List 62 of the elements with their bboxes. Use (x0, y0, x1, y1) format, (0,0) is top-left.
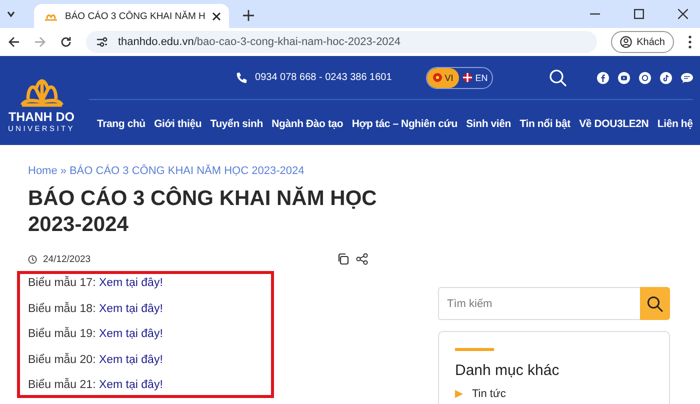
profile-button[interactable]: Khách (610, 31, 674, 53)
view-link[interactable]: Xem tại đây! (98, 328, 163, 340)
back-icon[interactable] (8, 36, 20, 48)
nav-link[interactable]: Giới thiệu (154, 118, 202, 130)
tab-title: BÁO CÁO 3 CÔNG KHAI NĂM H (65, 10, 206, 22)
search-icon[interactable] (548, 68, 567, 86)
phone-icon (235, 72, 248, 84)
search-button[interactable] (640, 287, 670, 320)
tiktok-icon[interactable] (660, 72, 672, 84)
cross-flag-icon (463, 73, 472, 82)
nav-link[interactable]: Liên hệ (657, 118, 693, 130)
phone-number: 0934 078 668 - 0243 386 1601 (255, 72, 392, 83)
search-icon (647, 296, 663, 312)
view-link[interactable]: Xem tại đây! (98, 277, 163, 289)
star-flag-icon (432, 73, 442, 82)
form-line: Biểu mẫu 21: Xem tại đây! (28, 378, 164, 392)
new-tab-icon[interactable] (243, 10, 254, 21)
page-title: BÁO CÁO 3 CÔNG KHAI NĂM HỌC 2023-2024 (28, 186, 378, 238)
chat-bubble-icon[interactable] (680, 72, 693, 84)
breadcrumb-link[interactable]: BÁO CÁO 3 CÔNG KHAI NĂM HỌC 2023-2024 (69, 165, 304, 177)
facebook-icon[interactable] (596, 72, 609, 84)
category-link[interactable]: Tin tức (472, 388, 506, 400)
form-line: Biểu mẫu 20: Xem tại đây! (28, 352, 164, 367)
form-line: Biểu mẫu 17: Xem tại đây! (28, 276, 164, 290)
language-option[interactable]: VI (426, 68, 460, 88)
instagram-icon[interactable] (638, 72, 651, 84)
post-date: 24/12/2023 (43, 254, 91, 264)
maximize-icon[interactable] (634, 9, 644, 19)
breadcrumb-link[interactable]: Home (28, 165, 58, 177)
copy-icon[interactable] (337, 253, 349, 265)
browser-tab[interactable]: BÁO CÁO 3 CÔNG KHAI NĂM H (34, 4, 230, 28)
form-line: Biểu mẫu 18: Xem tại đây! (28, 302, 164, 316)
view-link[interactable]: Xem tại đây! (98, 354, 163, 366)
address-bar[interactable]: thanhdo.edu.vn/bao-cao-3-cong-khai-nam-hoc-2023-2024 (86, 31, 597, 53)
view-link[interactable]: Xem tại đây! (98, 302, 163, 315)
person-icon (620, 36, 632, 48)
nav-link[interactable]: Tin nổi bật (520, 118, 570, 130)
nav-link[interactable]: Tuyển sinh (210, 118, 263, 130)
view-link[interactable]: Xem tại đây! (98, 379, 163, 392)
language-option[interactable]: EN (459, 68, 492, 88)
youtube-icon[interactable] (618, 72, 630, 84)
card-title: Danh mục khác (455, 362, 560, 379)
nav-link[interactable]: Trang chủ (97, 118, 146, 130)
share-icon[interactable] (356, 253, 368, 265)
close-icon[interactable] (678, 9, 688, 19)
nav-link[interactable]: Hợp tác – Nghiên cứu (352, 118, 458, 130)
tab-list-icon[interactable] (6, 9, 16, 19)
forward-icon (34, 36, 46, 48)
nav-link[interactable]: Sinh viên (466, 118, 512, 130)
site-settings-icon[interactable] (96, 36, 108, 48)
nav-link[interactable]: Ngành Đào tạo (272, 118, 344, 130)
more-icon[interactable] (688, 35, 692, 49)
form-line: Biểu mẫu 19: Xem tại đây! (28, 327, 164, 342)
triangle-icon (455, 390, 463, 398)
url-text: thanhdo.edu.vn/bao-cao-3-cong-khai-nam-hoc-2023-2024 (118, 36, 401, 48)
reload-icon[interactable] (60, 36, 72, 48)
nav-link[interactable]: Về DOU3LE2N (579, 118, 649, 130)
search-field[interactable]: Tìm kiếm (438, 287, 640, 320)
clock-icon (28, 254, 37, 264)
close-icon[interactable] (212, 12, 222, 20)
breadcrumb-separator: » (60, 165, 66, 177)
logo-name: THANH DO (8, 110, 74, 124)
